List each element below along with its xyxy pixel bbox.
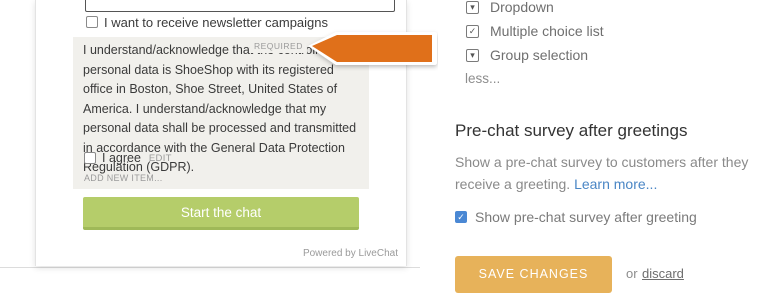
option-label-dropdown: Dropdown xyxy=(490,0,554,15)
field-option-multiple-choice[interactable]: ✓ Multiple choice list xyxy=(466,21,604,41)
save-changes-button[interactable]: SAVE CHANGES xyxy=(455,256,612,293)
pointer-arrow-icon xyxy=(308,32,437,65)
start-chat-button[interactable]: Start the chat xyxy=(83,197,359,230)
show-survey-row[interactable]: ✓ Show pre-chat survey after greeting xyxy=(455,209,697,225)
newsletter-row[interactable]: I want to receive newsletter campaigns xyxy=(86,14,328,30)
required-badge: REQUIRED xyxy=(250,39,307,53)
or-text: or xyxy=(626,266,638,281)
edit-link[interactable]: EDIT xyxy=(149,153,172,164)
section-title: Pre-chat survey after greetings xyxy=(455,121,688,140)
agree-checkbox[interactable] xyxy=(84,152,96,164)
newsletter-label: I want to receive newsletter campaigns xyxy=(104,14,328,30)
less-link[interactable]: less... xyxy=(465,71,500,86)
agree-row[interactable]: I agree EDIT xyxy=(84,151,172,165)
newsletter-checkbox[interactable] xyxy=(86,16,98,28)
add-new-item-link[interactable]: ADD NEW ITEM... xyxy=(84,173,163,183)
field-option-dropdown[interactable]: ▾ Dropdown xyxy=(466,0,554,17)
show-survey-label: Show pre-chat survey after greeting xyxy=(475,209,697,225)
powered-by-label: Powered by LiveChat xyxy=(302,248,398,259)
learn-more-link[interactable]: Learn more... xyxy=(574,176,657,192)
dropdown-icon: ▾ xyxy=(466,0,479,14)
checkbox-icon: ✓ xyxy=(466,24,479,38)
app-root: I want to receive newsletter campaigns I… xyxy=(0,0,770,300)
field-option-group-selection[interactable]: ▾ Group selection xyxy=(466,45,588,65)
dropdown-icon: ▾ xyxy=(466,48,479,62)
option-label-group-selection: Group selection xyxy=(490,47,589,63)
preview-divider xyxy=(0,267,420,268)
show-survey-checkbox[interactable]: ✓ xyxy=(455,211,467,223)
option-label-multiple-choice: Multiple choice list xyxy=(490,23,604,39)
discard-link[interactable]: discard xyxy=(642,266,684,281)
previous-field-input[interactable] xyxy=(85,0,395,12)
section-description: Show a pre-chat survey to customers afte… xyxy=(455,151,755,195)
agree-label: I agree xyxy=(102,151,141,165)
